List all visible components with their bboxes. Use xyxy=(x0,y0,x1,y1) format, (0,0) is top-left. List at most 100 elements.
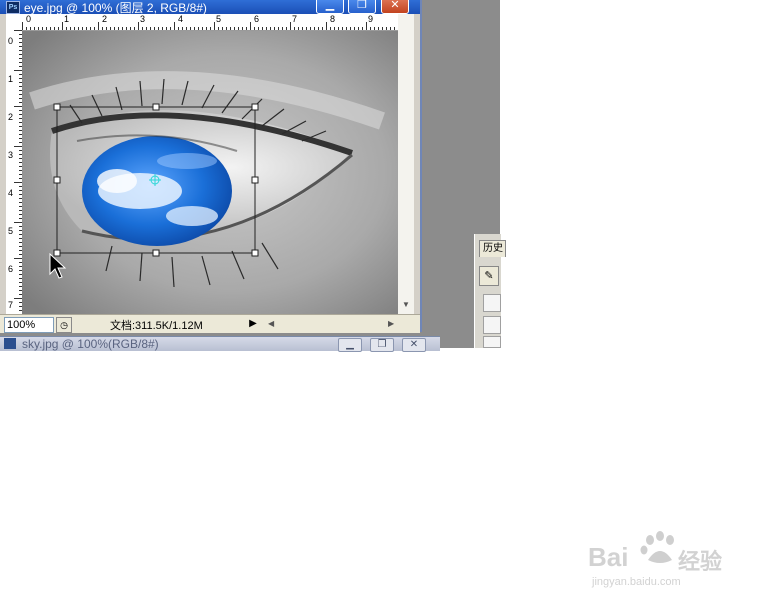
ruler-tick xyxy=(70,27,71,30)
sky-document-titlebar[interactable]: sky.jpg @ 100%(RGB/8#) ▁ ❐ ✕ xyxy=(0,336,440,352)
ruler-tick xyxy=(62,22,63,30)
ruler-tick xyxy=(190,27,191,30)
ruler-tick xyxy=(346,27,347,30)
ruler-label: 6 xyxy=(8,264,14,274)
ruler-tick xyxy=(26,27,27,30)
ruler-tick xyxy=(310,27,311,30)
ruler-tick xyxy=(258,27,259,30)
ruler-tick xyxy=(166,27,167,30)
scroll-right-arrow-icon[interactable]: ▶ xyxy=(388,319,394,328)
ruler-tick xyxy=(126,27,127,30)
ruler-tick xyxy=(382,27,383,30)
ruler-tick xyxy=(366,22,367,30)
ruler-tick xyxy=(150,27,151,30)
ruler-tick xyxy=(230,27,231,30)
sky-minimize-button[interactable]: ▁ xyxy=(338,338,362,352)
ruler-tick xyxy=(302,27,303,30)
history-palette: 历史 ✎ xyxy=(474,234,506,348)
ruler-tick xyxy=(294,27,295,30)
ruler-label: 8 xyxy=(330,14,336,24)
minimize-button[interactable]: ▁ xyxy=(316,0,344,14)
watermark-url: jingyan.baidu.com xyxy=(592,576,681,588)
ruler-label: 0 xyxy=(26,14,32,24)
ruler-tick xyxy=(254,27,255,30)
ruler-tick xyxy=(374,27,375,30)
watermark-brand: Bai xyxy=(588,542,629,572)
close-button[interactable]: ✕ xyxy=(381,0,409,14)
ruler-tick xyxy=(86,27,87,30)
ruler-tick xyxy=(370,27,371,30)
ruler-tick xyxy=(350,27,351,30)
ruler-tick xyxy=(14,258,22,259)
ruler-tick xyxy=(270,27,271,30)
ruler-tick xyxy=(178,27,179,30)
ruler-tick xyxy=(250,22,251,30)
ruler-tick xyxy=(390,27,391,30)
ruler-tick xyxy=(174,22,175,30)
vertical-ruler[interactable]: 0 1 2 3 4 5 6 7 xyxy=(6,30,23,314)
image-canvas[interactable] xyxy=(22,31,398,314)
photoshop-icon xyxy=(4,338,16,349)
ruler-tick xyxy=(282,27,283,30)
vertical-scrollbar[interactable]: ▼ xyxy=(398,14,414,314)
scroll-down-arrow-icon[interactable]: ▼ xyxy=(402,300,410,309)
history-snapshot-cell[interactable] xyxy=(483,336,501,348)
ruler-tick xyxy=(194,27,195,30)
ruler-label: 2 xyxy=(102,14,108,24)
ruler-tick xyxy=(198,27,199,30)
history-brush-icon[interactable]: ✎ xyxy=(479,266,499,286)
ruler-tick xyxy=(158,27,159,30)
ruler-tick xyxy=(342,27,343,30)
ruler-tick xyxy=(106,27,107,30)
ruler-tick xyxy=(226,27,227,30)
ruler-tick xyxy=(246,27,247,30)
info-menu-arrow-icon[interactable]: ▶ xyxy=(247,317,259,331)
ruler-tick xyxy=(146,27,147,30)
ruler-label: 4 xyxy=(178,14,184,24)
ruler-label: 5 xyxy=(216,14,222,24)
ruler-label: 6 xyxy=(254,14,260,24)
ruler-label: 9 xyxy=(368,14,374,24)
ruler-tick xyxy=(362,27,363,30)
ruler-tick xyxy=(58,27,59,30)
zoom-input[interactable]: 100% xyxy=(4,317,54,333)
ruler-tick xyxy=(298,27,299,30)
sky-restore-button[interactable]: ❐ xyxy=(370,338,394,352)
photoshop-icon: Ps xyxy=(6,1,20,14)
ruler-tick xyxy=(54,27,55,30)
ruler-tick xyxy=(386,27,387,30)
ruler-tick xyxy=(170,27,171,30)
ruler-tick xyxy=(122,27,123,30)
document-titlebar[interactable]: Ps eye.jpg @ 100% (图层 2, RGB/8#) ▁ ❐ ✕ xyxy=(0,0,420,15)
ruler-tick xyxy=(318,27,319,30)
ruler-tick xyxy=(354,27,355,30)
ruler-tick xyxy=(14,222,22,223)
ruler-tick xyxy=(118,27,119,30)
horizontal-ruler[interactable]: 0 1 2 3 4 5 6 7 8 9 xyxy=(6,14,411,31)
ruler-tick xyxy=(14,182,22,183)
ruler-label: 3 xyxy=(140,14,146,24)
sky-document-title: sky.jpg @ 100%(RGB/8#) xyxy=(22,337,159,351)
ruler-tick xyxy=(182,27,183,30)
ruler-label: 7 xyxy=(292,14,298,24)
tab-history[interactable]: 历史 xyxy=(479,240,506,257)
ruler-tick xyxy=(50,27,51,30)
restore-button[interactable]: ❐ xyxy=(348,0,376,14)
ruler-label: 4 xyxy=(8,188,14,198)
scroll-left-arrow-icon[interactable]: ◀ xyxy=(268,319,274,328)
history-snapshot-cell[interactable] xyxy=(483,294,501,312)
history-snapshot-cell[interactable] xyxy=(483,316,501,334)
preview-icon[interactable]: ◷ xyxy=(56,317,72,333)
ruler-tick xyxy=(14,298,22,299)
ruler-tick xyxy=(358,27,359,30)
ruler-label: 5 xyxy=(8,226,14,236)
ruler-tick xyxy=(94,27,95,30)
ruler-tick xyxy=(274,27,275,30)
ruler-tick xyxy=(262,27,263,30)
ruler-tick xyxy=(266,27,267,30)
ruler-tick xyxy=(78,27,79,30)
ruler-tick xyxy=(14,106,22,107)
sky-close-button[interactable]: ✕ xyxy=(402,338,426,352)
ruler-tick xyxy=(290,22,291,30)
ruler-tick xyxy=(110,27,111,30)
